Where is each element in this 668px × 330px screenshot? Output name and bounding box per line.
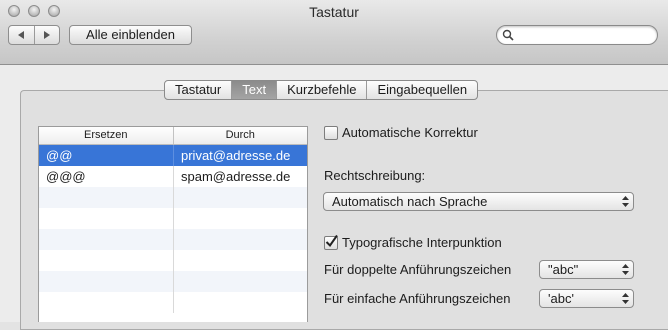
tab-tastatur[interactable]: Tastatur	[165, 81, 231, 99]
tab-bar: Tastatur Text Kurzbefehle Eingabequellen	[164, 80, 479, 100]
forward-arrow-icon	[43, 31, 50, 39]
tab-eingabequellen[interactable]: Eingabequellen	[366, 81, 477, 99]
preferences-window: Tastatur Alle einblenden Tastatur Text K…	[0, 0, 668, 330]
with-cell[interactable]: privat@adresse.de	[173, 145, 307, 166]
auto-correct-label[interactable]: Automatische Korrektur	[342, 125, 478, 140]
tab-kurzbefehle[interactable]: Kurzbefehle	[276, 81, 366, 99]
spelling-label: Rechtschreibung:	[324, 168, 426, 183]
empty-table-row	[39, 271, 307, 292]
typographic-checkbox[interactable]	[324, 234, 338, 250]
search-icon	[502, 29, 514, 41]
single-quotes-label: Für einfache Anführungszeichen	[324, 291, 511, 306]
spelling-value: Automatisch nach Sprache	[332, 194, 488, 209]
search-field[interactable]	[496, 25, 658, 45]
popup-arrows-icon	[622, 196, 629, 207]
checkmark-icon	[325, 234, 338, 248]
column-header-replace[interactable]: Ersetzen	[39, 127, 173, 144]
replace-cell[interactable]: @@@	[39, 166, 173, 187]
single-quotes-value: 'abc'	[548, 291, 574, 306]
back-button[interactable]	[9, 26, 34, 44]
search-input[interactable]	[517, 27, 651, 43]
table-row[interactable]: @@ privat@adresse.de	[39, 145, 307, 166]
typographic-label[interactable]: Typografische Interpunktion	[342, 235, 502, 250]
title-bar: Tastatur Alle einblenden	[0, 0, 668, 65]
show-all-button[interactable]: Alle einblenden	[69, 25, 192, 45]
double-quotes-popup[interactable]: "abc"	[539, 260, 634, 279]
back-arrow-icon	[18, 31, 25, 39]
double-quotes-label: Für doppelte Anführungszeichen	[324, 262, 512, 277]
popup-arrows-icon	[622, 264, 629, 275]
forward-button[interactable]	[33, 26, 60, 44]
replacement-table: Ersetzen Durch @@ privat@adresse.de @@@ …	[38, 126, 308, 322]
auto-correct-checkbox[interactable]	[324, 126, 338, 140]
empty-table-row	[39, 229, 307, 250]
popup-arrows-icon	[622, 293, 629, 304]
replace-cell[interactable]: @@	[39, 145, 173, 166]
with-cell[interactable]: spam@adresse.de	[173, 166, 307, 187]
back-forward-control	[8, 25, 60, 45]
double-quotes-value: "abc"	[548, 262, 579, 277]
table-row[interactable]: @@@ spam@adresse.de	[39, 166, 307, 187]
empty-table-row	[39, 208, 307, 229]
tab-text[interactable]: Text	[231, 81, 277, 99]
single-quotes-popup[interactable]: 'abc'	[539, 289, 634, 308]
empty-table-row	[39, 187, 307, 208]
empty-table-row	[39, 292, 307, 313]
column-header-with[interactable]: Durch	[172, 127, 308, 144]
spelling-popup[interactable]: Automatisch nach Sprache	[323, 192, 634, 211]
table-header: Ersetzen Durch	[39, 127, 307, 145]
empty-table-row	[39, 250, 307, 271]
window-title: Tastatur	[309, 4, 359, 20]
